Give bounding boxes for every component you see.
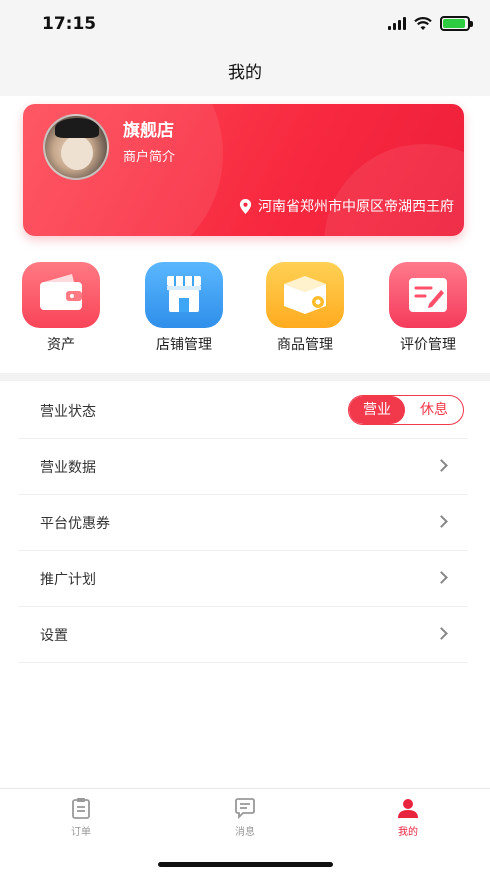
menu-item-settings[interactable]: 设置 — [18, 607, 468, 663]
store-icon — [145, 262, 223, 328]
page-title: 我的 — [228, 63, 262, 83]
menu-item-promotion-plan[interactable]: 推广计划 — [18, 551, 468, 607]
menu-item-label: 设置 — [40, 628, 68, 644]
business-status-label: 营业状态 — [40, 404, 96, 420]
toggle-rest-option[interactable]: 休息 — [405, 396, 463, 424]
home-indicator — [158, 862, 333, 867]
menu-item-business-data[interactable]: 营业数据 — [18, 439, 468, 495]
business-status-row: 营业状态 营业 休息 — [18, 383, 468, 439]
toggle-open-option[interactable]: 营业 — [349, 396, 405, 424]
quick-action-label: 店铺管理 — [156, 337, 212, 353]
section-divider — [0, 373, 490, 381]
status-time: 17:15 — [42, 14, 97, 34]
shop-address: 河南省郑州市中原区帝湖西王府 — [239, 196, 454, 216]
chevron-right-icon — [435, 627, 448, 640]
menu-item-platform-coupons[interactable]: 平台优惠券 — [18, 495, 468, 551]
merchant-card[interactable]: 旗舰店 商户简介 河南省郑州市中原区帝湖西王府 — [23, 104, 464, 236]
battery-icon — [440, 16, 473, 31]
edit-note-icon — [389, 262, 467, 328]
quick-action-assets[interactable]: 资产 — [11, 262, 111, 354]
avatar[interactable] — [43, 114, 109, 180]
tab-mine[interactable]: 我的 — [368, 797, 448, 838]
chevron-right-icon — [435, 515, 448, 528]
business-status-toggle[interactable]: 营业 休息 — [348, 395, 464, 425]
status-bar: 17:15 — [0, 0, 490, 50]
location-pin-icon — [239, 198, 252, 214]
wifi-icon — [414, 16, 432, 30]
menu-item-label: 推广计划 — [40, 572, 96, 588]
box-gear-icon — [266, 262, 344, 328]
tab-label: 我的 — [398, 827, 418, 838]
nav-bar: 我的 — [0, 50, 490, 96]
chevron-right-icon — [435, 571, 448, 584]
quick-action-label: 资产 — [47, 337, 75, 353]
tab-orders[interactable]: 订单 — [41, 797, 121, 838]
quick-action-label: 商品管理 — [277, 337, 333, 353]
menu-item-label: 营业数据 — [40, 460, 96, 476]
message-icon — [234, 797, 256, 820]
address-text: 河南省郑州市中原区帝湖西王府 — [258, 199, 454, 215]
quick-action-review-management[interactable]: 评价管理 — [378, 262, 478, 354]
tab-label: 订单 — [71, 827, 91, 838]
cellular-signal-icon — [388, 17, 406, 30]
status-icons — [388, 16, 473, 31]
settings-menu: 营业状态 营业 休息 营业数据 平台优惠券 推广计划 设置 — [0, 383, 490, 663]
shop-name: 旗舰店 — [123, 121, 174, 141]
tab-label: 消息 — [235, 827, 255, 838]
quick-action-store-management[interactable]: 店铺管理 — [134, 262, 234, 354]
user-icon — [397, 797, 419, 819]
wallet-icon — [22, 262, 100, 328]
menu-item-label: 平台优惠券 — [40, 516, 110, 532]
chevron-right-icon — [435, 459, 448, 472]
quick-action-label: 评价管理 — [400, 337, 456, 353]
shop-intro: 商户简介 — [123, 150, 176, 165]
order-list-icon — [70, 797, 92, 819]
quick-action-product-management[interactable]: 商品管理 — [255, 262, 355, 354]
tab-messages[interactable]: 消息 — [205, 797, 285, 838]
quick-actions: 资产 店铺管理 商品管理 评价管理 — [0, 262, 490, 362]
